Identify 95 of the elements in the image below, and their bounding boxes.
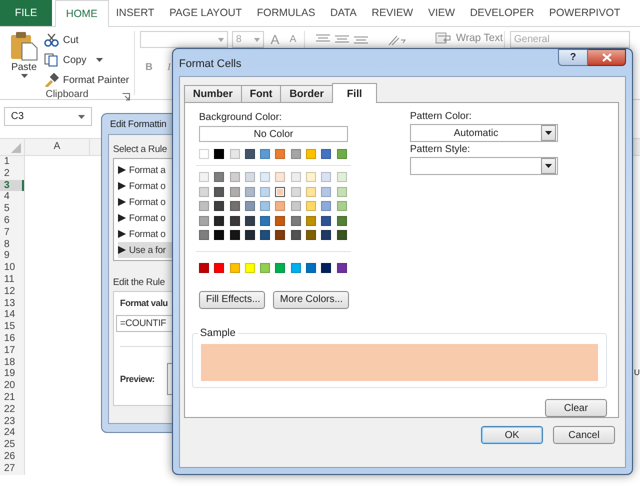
pattern-style-dropdown[interactable] — [410, 157, 558, 175]
clear-button[interactable]: Clear — [545, 399, 607, 417]
more-colors-button[interactable]: More Colors... — [273, 290, 349, 308]
caret-icon — [545, 164, 552, 168]
rule-item[interactable]: Format o — [118, 226, 178, 242]
row-header[interactable]: 5 — [0, 203, 24, 215]
row-header[interactable]: 12 — [0, 286, 24, 298]
scissors-icon — [44, 33, 59, 47]
clipboard-icon — [10, 31, 38, 61]
caret-icon — [218, 38, 224, 42]
copy-icon — [44, 53, 59, 67]
rule-item[interactable]: Format o — [118, 194, 178, 210]
ribbon-tab[interactable]: PAGE LAYOUT — [162, 0, 250, 26]
row-header[interactable]: 9 — [0, 250, 24, 262]
row-header[interactable]: 1 — [0, 156, 24, 168]
no-color-button[interactable]: No Color — [199, 126, 348, 142]
caret-icon — [254, 38, 260, 42]
ribbon-tab[interactable]: REVIEW — [364, 0, 421, 26]
color-swatch[interactable] — [275, 186, 286, 196]
caret-icon — [20, 74, 28, 78]
row-header[interactable]: 11 — [0, 274, 24, 286]
dialog-tab[interactable]: Fill — [332, 83, 378, 103]
row-header[interactable]: 25 — [0, 439, 24, 451]
row-header[interactable]: 10 — [0, 262, 24, 274]
rule-item[interactable]: Format a — [118, 162, 178, 178]
orientation-icon[interactable] — [388, 34, 408, 46]
ribbon-tab[interactable]: INSERT — [108, 0, 162, 26]
column-header[interactable]: A — [25, 139, 90, 155]
wrap-text-icon — [435, 32, 453, 44]
format-painter-button[interactable]: Format Painter — [44, 71, 130, 89]
row-header[interactable]: 23 — [0, 416, 24, 428]
rule-item[interactable]: Format o — [118, 210, 178, 226]
row-header[interactable]: 26 — [0, 450, 24, 463]
dialog-tab[interactable]: Font — [240, 85, 282, 102]
ribbon-tab[interactable]: VIEW — [420, 0, 462, 26]
help-button[interactable]: ? — [558, 49, 588, 66]
field-label: Preview: — [120, 374, 155, 384]
row-header[interactable]: 14 — [0, 309, 24, 322]
row-header[interactable]: 21 — [0, 392, 24, 404]
align-middle-icon[interactable] — [334, 34, 350, 44]
dialog-tab[interactable]: Border — [280, 85, 333, 102]
ok-button[interactable]: OK — [481, 426, 543, 444]
dialog-launcher-icon[interactable] — [122, 93, 130, 101]
section-label: Edit the Rule — [113, 277, 166, 288]
caret-icon — [545, 131, 552, 135]
cell-text: U — [634, 368, 640, 377]
row-header[interactable]: 19 — [0, 368, 24, 380]
pattern-color-dropdown[interactable]: Automatic — [410, 124, 558, 142]
ribbon-tab[interactable]: HOME — [55, 0, 108, 27]
close-icon — [602, 53, 612, 62]
group-label: Clipboard — [46, 89, 88, 100]
align-bottom-icon[interactable] — [353, 34, 369, 44]
name-box[interactable]: C3 — [4, 107, 92, 126]
paste-button[interactable]: Paste — [8, 31, 40, 89]
row-header[interactable]: 18 — [0, 356, 24, 368]
row-header[interactable]: 3 — [0, 180, 24, 192]
fill-effects-button[interactable]: Fill Effects... — [199, 290, 265, 308]
row-header[interactable]: 8 — [0, 238, 24, 250]
ribbon-tab[interactable]: DEVELOPER — [462, 0, 542, 26]
ribbon-tab[interactable]: FORMULAS — [249, 0, 323, 26]
row-header[interactable]: 24 — [0, 427, 24, 440]
window-title: Format Cells — [179, 58, 242, 70]
row-header[interactable]: 22 — [0, 404, 24, 416]
field-label: Pattern Color: — [410, 111, 472, 122]
dialog-tab[interactable]: Number — [184, 85, 242, 102]
caret-icon — [78, 114, 85, 118]
rule-item[interactable]: Format o — [118, 178, 178, 194]
cut-button[interactable]: Cut — [44, 31, 130, 49]
copy-button[interactable]: Copy — [44, 51, 130, 69]
row-header[interactable]: 6 — [0, 214, 24, 227]
row-header[interactable]: 2 — [0, 168, 24, 180]
window-title: Edit Formattin — [109, 118, 168, 132]
caret-icon — [96, 58, 104, 62]
row-header[interactable]: 7 — [0, 226, 24, 239]
field-label: Format valu — [120, 298, 168, 308]
wrap-text-button[interactable]: Wrap Text — [435, 32, 503, 44]
row-header[interactable]: 13 — [0, 298, 24, 310]
row-header[interactable]: 16 — [0, 332, 24, 345]
font-name-field[interactable] — [140, 31, 228, 48]
align-top-icon[interactable] — [315, 34, 331, 44]
cancel-button[interactable]: Cancel — [553, 426, 615, 444]
field-label: Background Color: — [199, 112, 282, 123]
row-header[interactable]: 20 — [0, 380, 24, 392]
group-label: Sample — [198, 327, 238, 339]
ribbon-tab[interactable]: POWERPIVOT — [542, 0, 628, 26]
row-header[interactable]: 15 — [0, 321, 24, 333]
row-header[interactable]: 17 — [0, 344, 24, 357]
ribbon-tab[interactable]: DATA — [322, 0, 364, 26]
section-label: Select a Rule — [113, 144, 168, 155]
field-label: Pattern Style: — [410, 144, 470, 155]
close-button[interactable] — [588, 49, 626, 66]
row-header[interactable]: 27 — [0, 462, 24, 475]
brush-icon — [44, 73, 59, 87]
ribbon-tab[interactable]: FILE — [0, 0, 52, 26]
row-header[interactable]: 4 — [0, 191, 24, 204]
